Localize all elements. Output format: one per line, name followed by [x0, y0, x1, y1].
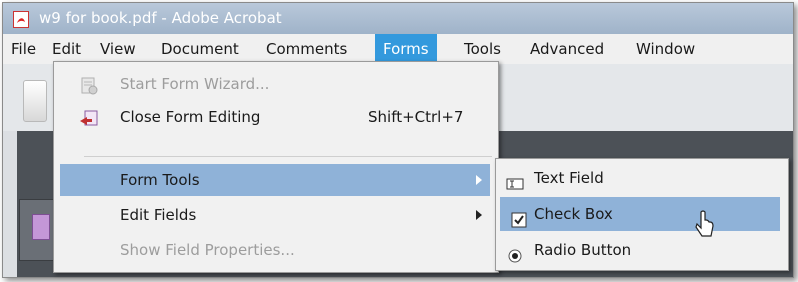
menu-item-label: Show Field Properties...: [120, 241, 295, 259]
menu-item-label: Form Tools: [120, 171, 200, 189]
menu-item-label: Close Form Editing: [120, 108, 261, 126]
menu-item-label: Edit Fields: [120, 206, 197, 224]
menu-item-show-field-properties[interactable]: Show Field Properties...: [54, 234, 496, 266]
submenu-item-radio-button[interactable]: Radio Button: [496, 233, 786, 267]
form-tools-submenu: Text Field Check Box Radio Button: [495, 158, 789, 271]
navigation-pane-edge: [3, 131, 17, 277]
menu-comments[interactable]: Comments: [266, 34, 347, 64]
menu-item-edit-fields[interactable]: Edit Fields: [54, 199, 496, 231]
submenu-item-text-field[interactable]: Text Field: [496, 161, 786, 195]
text-field-icon: [506, 170, 524, 190]
title-bar: w9 for book.pdf - Adobe Acrobat: [3, 3, 793, 34]
menu-tools[interactable]: Tools: [464, 34, 501, 64]
menu-window[interactable]: Window: [636, 34, 695, 64]
menu-item-shortcut: Shift+Ctrl+7: [368, 108, 464, 126]
pdf-icon: [13, 11, 29, 28]
menu-edit[interactable]: Edit: [52, 34, 81, 64]
menu-advanced[interactable]: Advanced: [530, 34, 604, 64]
menu-separator: [84, 156, 492, 157]
menu-document[interactable]: Document: [161, 34, 239, 64]
submenu-item-label: Check Box: [534, 205, 613, 223]
window-title: w9 for book.pdf - Adobe Acrobat: [39, 9, 282, 27]
mouse-cursor-icon: [695, 210, 717, 242]
menu-item-start-form-wizard[interactable]: Start Form Wizard...: [54, 68, 496, 100]
submenu-arrow-icon: [476, 210, 482, 220]
menu-item-label: Start Form Wizard...: [120, 75, 270, 93]
menu-forms[interactable]: Forms: [375, 34, 437, 64]
menu-item-form-tools[interactable]: Form Tools: [60, 164, 490, 196]
close-form-editing-icon: [78, 108, 100, 128]
form-wizard-icon: [78, 75, 100, 95]
menu-file[interactable]: File: [11, 34, 36, 64]
submenu-item-label: Radio Button: [534, 241, 632, 259]
menu-item-close-form-editing[interactable]: Close Form Editing Shift+Ctrl+7: [54, 101, 496, 133]
pages-icon: [32, 214, 50, 240]
toolbar-button[interactable]: [23, 80, 47, 122]
menu-view[interactable]: View: [100, 34, 136, 64]
submenu-arrow-icon: [476, 175, 482, 185]
checkbox-icon: [510, 206, 528, 228]
submenu-item-label: Text Field: [534, 169, 604, 187]
submenu-item-check-box[interactable]: Check Box: [500, 197, 780, 231]
forms-menu: Start Form Wizard... Close Form Editing …: [53, 61, 499, 273]
radio-button-icon: [506, 242, 524, 263]
